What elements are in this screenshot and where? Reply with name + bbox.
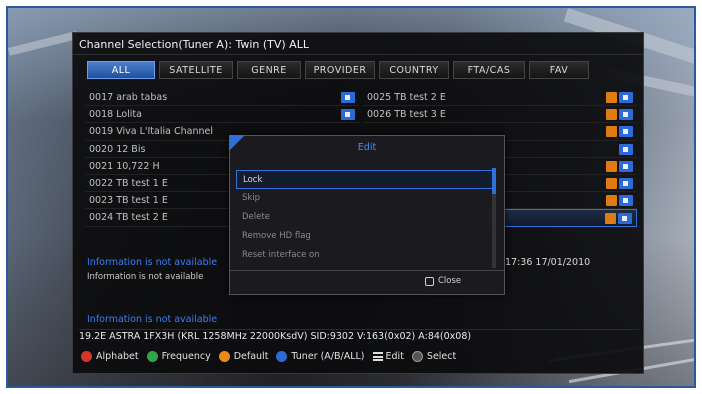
- ok-icon: [411, 351, 423, 362]
- close-label: Close: [438, 276, 462, 286]
- tv-badge-icon: [619, 177, 633, 189]
- legend-label: Alphabet: [96, 351, 139, 362]
- legend-label: Tuner (A/B/ALL): [291, 351, 365, 362]
- edit-option-reset-interface[interactable]: Reset interface on: [236, 246, 494, 265]
- tab-country[interactable]: COUNTRY: [379, 61, 449, 79]
- tab-genre[interactable]: GENRE: [237, 61, 301, 79]
- tv-badge-icon: [341, 109, 355, 121]
- channel-row[interactable]: 0025 TB test 2 E: [363, 89, 637, 107]
- tv-badge-icon: [619, 109, 633, 121]
- tab-satellite[interactable]: SATELLITE: [159, 61, 233, 79]
- channel-badges: [606, 109, 633, 121]
- channel-badges: [619, 143, 633, 155]
- tab-fta-cas[interactable]: FTA/CAS: [453, 61, 525, 79]
- popup-scrollbar[interactable]: [492, 168, 496, 268]
- channel-badges: [606, 126, 633, 138]
- popup-title: Edit: [357, 142, 377, 153]
- channel-badges: [341, 92, 355, 103]
- screen-frame: Channel Selection(Tuner A): Twin (TV) AL…: [6, 6, 696, 388]
- exit-icon: [425, 276, 434, 286]
- color-key-legend: Alphabet Frequency Default Tuner (A/B/AL…: [81, 351, 464, 362]
- channel-row[interactable]: 0018 Lolita: [85, 106, 359, 124]
- edit-option-remove-hd-flag[interactable]: Remove HD flag: [236, 227, 494, 246]
- lock-badge-icon: [606, 92, 617, 103]
- tab-fav[interactable]: FAV: [529, 61, 589, 79]
- event-title-top: Information is not available: [87, 257, 218, 268]
- channel-name: 0023 TB test 1 E: [89, 195, 168, 207]
- blue-button-icon: [276, 351, 288, 362]
- edit-option-skip[interactable]: Skip: [236, 189, 494, 208]
- yellow-button-icon: [218, 351, 230, 362]
- channel-name: 0024 TB test 2 E: [89, 212, 168, 224]
- background-beam: [8, 31, 78, 56]
- tv-badge-icon: [618, 213, 632, 225]
- edit-option-lock[interactable]: Lock: [236, 170, 494, 189]
- edit-options-list: Lock Skip Delete Remove HD flag Reset in…: [236, 170, 494, 265]
- legend-green[interactable]: Frequency: [146, 351, 211, 362]
- channel-badges: [606, 160, 633, 172]
- tab-all[interactable]: ALL: [87, 61, 155, 79]
- channel-row[interactable]: 0026 TB test 3 E: [363, 106, 637, 124]
- event-title-bottom: Information is not available: [87, 314, 218, 325]
- red-button-icon: [81, 351, 92, 362]
- edit-option-delete[interactable]: Delete: [236, 208, 494, 227]
- lock-badge-icon: [606, 177, 617, 189]
- filter-tabs: ALL SATELLITE GENRE PROVIDER COUNTRY FTA…: [87, 61, 589, 79]
- legend-label: Select: [426, 351, 457, 362]
- channel-name: 0021 10,722 H: [89, 160, 160, 172]
- edit-popup: Edit Lock Skip Delete Remove HD flag Res…: [229, 135, 505, 295]
- lock-badge-icon: [606, 109, 617, 121]
- channel-badges: [606, 195, 633, 207]
- legend-select[interactable]: Select: [411, 351, 457, 362]
- channel-row[interactable]: 0017 arab tabas: [85, 89, 359, 107]
- channel-badges: [605, 213, 632, 225]
- tv-badge-icon: [619, 195, 633, 207]
- channel-badges: [606, 177, 633, 189]
- lock-badge-icon: [605, 213, 616, 225]
- channel-name: 0018 Lolita: [89, 109, 142, 121]
- date-time: 17:36 17/01/2010: [505, 257, 591, 268]
- legend-edit[interactable]: Edit: [372, 351, 404, 362]
- event-description-top: Information is not available: [87, 272, 204, 282]
- channel-name: 0025 TB test 2 E: [367, 92, 446, 103]
- tv-badge-icon: [619, 160, 633, 172]
- lock-badge-icon: [606, 126, 617, 138]
- legend-label: Default: [233, 351, 269, 362]
- menu-icon: [372, 352, 383, 361]
- legend-label: Edit: [385, 351, 404, 362]
- tv-badge-icon: [619, 92, 633, 103]
- channel-badges: [606, 92, 633, 103]
- legend-blue[interactable]: Tuner (A/B/ALL): [276, 351, 365, 362]
- green-button-icon: [146, 351, 158, 362]
- channel-name: 0022 TB test 1 E: [89, 177, 168, 189]
- tv-badge-icon: [619, 126, 633, 138]
- channel-name: 0017 arab tabas: [89, 92, 168, 103]
- tv-badge-icon: [341, 92, 355, 103]
- tab-provider[interactable]: PROVIDER: [305, 61, 375, 79]
- channel-badges: [341, 109, 355, 121]
- channel-name: 0020 12 Bis: [89, 143, 146, 155]
- transponder-info: 19.2E ASTRA 1FX3H (KRL 1258MHz 22000KsdV…: [79, 329, 639, 343]
- lock-badge-icon: [606, 195, 617, 207]
- tv-badge-icon: [619, 143, 633, 155]
- popup-footer: Close: [230, 270, 504, 294]
- legend-red[interactable]: Alphabet: [81, 351, 139, 362]
- channel-name: 0019 Viva L'Italia Channel: [89, 126, 213, 138]
- lock-badge-icon: [606, 160, 617, 172]
- window-title: Channel Selection(Tuner A): Twin (TV) AL…: [73, 33, 643, 55]
- legend-yellow[interactable]: Default: [218, 351, 269, 362]
- channel-name: 0026 TB test 3 E: [367, 109, 446, 121]
- scrollbar-thumb[interactable]: [492, 168, 496, 194]
- legend-label: Frequency: [161, 351, 211, 362]
- close-button[interactable]: Close: [425, 276, 461, 286]
